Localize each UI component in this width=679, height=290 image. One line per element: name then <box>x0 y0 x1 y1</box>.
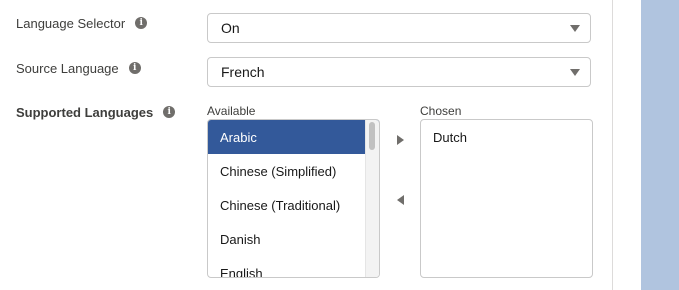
available-list: Arabic Chinese (Simplified) Chinese (Tradi… <box>208 120 379 278</box>
settings-panel: Language Selector i On Source Language i… <box>0 0 612 290</box>
scroll-thumb[interactable] <box>369 122 375 150</box>
move-to-chosen-button[interactable] <box>393 133 407 147</box>
available-heading: Available <box>207 104 256 118</box>
language-selector-dropdown[interactable]: On <box>207 13 591 43</box>
info-icon[interactable]: i <box>135 17 148 29</box>
triangle-right-icon <box>396 135 404 145</box>
source-language-label-text: Source Language <box>16 60 119 76</box>
chosen-heading: Chosen <box>420 104 462 118</box>
info-icon[interactable]: i <box>163 106 176 118</box>
available-option[interactable]: Arabic <box>208 120 379 154</box>
move-to-available-button[interactable] <box>393 193 407 207</box>
panel-gutter <box>613 0 641 290</box>
language-selector-value: On <box>221 20 240 36</box>
available-listbox[interactable]: Arabic Chinese (Simplified) Chinese (Tradi… <box>207 119 380 278</box>
chosen-listbox[interactable]: Dutch <box>420 119 593 278</box>
chevron-down-icon <box>570 25 580 32</box>
info-icon[interactable]: i <box>128 62 141 74</box>
supported-languages-label-text: Supported Languages <box>16 104 154 120</box>
chosen-option[interactable]: Dutch <box>421 120 592 154</box>
language-selector-label-text: Language Selector <box>16 15 126 31</box>
supported-languages-label: Supported Languages i <box>16 102 176 122</box>
available-option[interactable]: Chinese (Simplified) <box>208 154 379 188</box>
source-language-label: Source Language i <box>16 58 141 78</box>
available-option[interactable]: Danish <box>208 222 379 256</box>
source-language-dropdown[interactable]: French <box>207 57 591 87</box>
available-scrollbar[interactable] <box>365 120 379 277</box>
triangle-left-icon <box>396 195 404 205</box>
available-option[interactable]: English <box>208 256 379 278</box>
chosen-list: Dutch <box>421 120 592 154</box>
chevron-down-icon <box>570 69 580 76</box>
available-option[interactable]: Chinese (Traditional) <box>208 188 379 222</box>
language-selector-label: Language Selector i <box>16 13 148 33</box>
page-background <box>641 0 679 290</box>
page: Language Selector i On Source Language i… <box>0 0 679 290</box>
source-language-value: French <box>221 64 265 80</box>
